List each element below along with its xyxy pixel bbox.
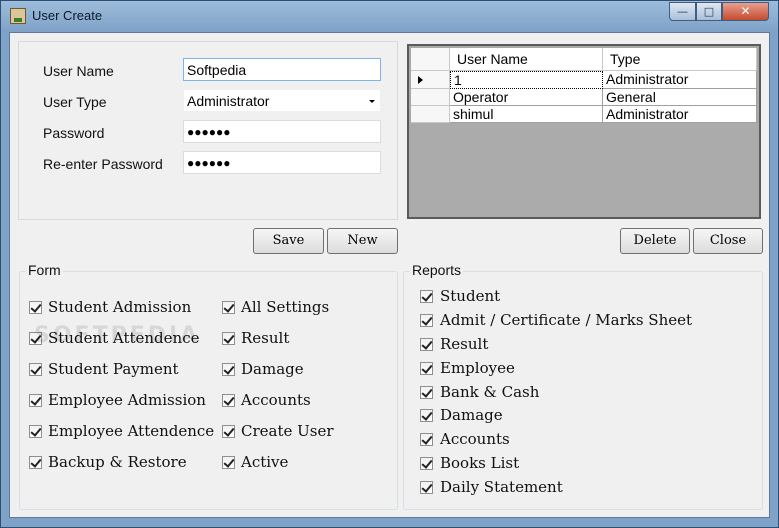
- employee-admission-label[interactable]: Employee Admission: [48, 391, 206, 409]
- active-checkbox[interactable]: [222, 456, 235, 469]
- dropdown-arrow-icon[interactable]: [369, 100, 375, 103]
- user-create-window: User Create — □ ✕ User Name Softpedia Us…: [0, 0, 779, 528]
- report-student-label[interactable]: Student: [440, 287, 500, 305]
- accounts-checkbox[interactable]: [222, 394, 235, 407]
- report-bank-cash-checkbox[interactable]: [420, 386, 433, 399]
- row-pointer-icon: [418, 76, 423, 84]
- damage-checkbox[interactable]: [222, 363, 235, 376]
- report-admit-certificate-checkbox[interactable]: [420, 314, 433, 327]
- title-bar[interactable]: User Create — □ ✕: [1, 1, 778, 31]
- maximize-button[interactable]: □: [696, 2, 722, 21]
- report-damage-label[interactable]: Damage: [440, 406, 503, 424]
- all-settings-checkbox[interactable]: [222, 301, 235, 314]
- grid-cell-type[interactable]: Administrator: [603, 106, 757, 123]
- report-books-list-label[interactable]: Books List: [440, 454, 519, 472]
- reports-group-title: Reports: [410, 262, 464, 278]
- report-daily-statement-checkbox[interactable]: [420, 481, 433, 494]
- report-books-list-checkbox[interactable]: [420, 457, 433, 470]
- app-icon: [10, 8, 26, 24]
- close-window-button[interactable]: ✕: [722, 2, 769, 21]
- reenter-password-input[interactable]: ●●●●●●: [183, 151, 381, 174]
- user-name-input[interactable]: Softpedia: [183, 58, 381, 81]
- report-result-checkbox[interactable]: [420, 338, 433, 351]
- student-admission-checkbox[interactable]: [29, 301, 42, 314]
- report-daily-statement-label[interactable]: Daily Statement: [440, 478, 563, 496]
- grid-cell-user-name[interactable]: shimul: [450, 106, 603, 123]
- save-button[interactable]: Save: [253, 228, 324, 254]
- column-header-user-name[interactable]: User Name: [450, 48, 603, 71]
- student-admission-label[interactable]: Student Admission: [48, 298, 191, 316]
- password-label: Password: [43, 125, 105, 141]
- window-title: User Create: [32, 8, 103, 23]
- reports-permissions-group: Reports Student Admit / Certificate / Ma…: [403, 262, 763, 510]
- all-settings-label[interactable]: All Settings: [241, 298, 329, 316]
- create-user-checkbox[interactable]: [222, 425, 235, 438]
- grid-cell-type[interactable]: Administrator: [603, 71, 757, 89]
- report-accounts-checkbox[interactable]: [420, 433, 433, 446]
- employee-admission-checkbox[interactable]: [29, 394, 42, 407]
- minimize-button[interactable]: —: [669, 2, 696, 21]
- reenter-password-label: Re-enter Password: [43, 156, 163, 172]
- report-bank-cash-label[interactable]: Bank & Cash: [440, 383, 539, 401]
- grid-corner: [411, 48, 450, 71]
- employee-attendence-label[interactable]: Employee Attendence: [48, 422, 214, 440]
- student-payment-checkbox[interactable]: [29, 363, 42, 376]
- report-damage-checkbox[interactable]: [420, 409, 433, 422]
- result-checkbox[interactable]: [222, 332, 235, 345]
- column-header-type[interactable]: Type: [603, 48, 757, 71]
- softpedia-watermark: SOFTPEDIA: [34, 323, 201, 348]
- user-type-value: Administrator: [187, 93, 270, 109]
- new-button[interactable]: New: [327, 228, 398, 254]
- result-label[interactable]: Result: [241, 329, 289, 347]
- close-icon: ✕: [740, 4, 751, 18]
- create-user-label[interactable]: Create User: [241, 422, 334, 440]
- report-student-checkbox[interactable]: [420, 290, 433, 303]
- password-input[interactable]: ●●●●●●: [183, 120, 381, 143]
- grid-background: User Name Type 1 Administrator Operator …: [411, 48, 757, 215]
- maximize-icon: □: [703, 5, 715, 18]
- user-type-label: User Type: [43, 94, 107, 110]
- grid-cell-type[interactable]: General: [603, 89, 757, 106]
- user-name-label: User Name: [43, 63, 114, 79]
- backup-restore-label[interactable]: Backup & Restore: [48, 453, 187, 471]
- user-details-panel: User Name Softpedia User Type Administra…: [18, 41, 398, 220]
- row-header[interactable]: [411, 106, 450, 123]
- accounts-label[interactable]: Accounts: [241, 391, 311, 409]
- backup-restore-checkbox[interactable]: [29, 456, 42, 469]
- close-button[interactable]: Close: [693, 228, 763, 254]
- delete-button[interactable]: Delete: [620, 228, 690, 254]
- report-admit-certificate-label[interactable]: Admit / Certificate / Marks Sheet: [440, 311, 692, 329]
- row-header[interactable]: [411, 89, 450, 106]
- client-area: User Name Softpedia User Type Administra…: [9, 32, 770, 518]
- report-accounts-label[interactable]: Accounts: [440, 430, 510, 448]
- row-header[interactable]: [411, 71, 450, 89]
- form-permissions-group: Form Student Admission Student Attendenc…: [19, 262, 398, 510]
- report-employee-label[interactable]: Employee: [440, 359, 515, 377]
- grid-cell-user-name[interactable]: 1: [450, 71, 603, 89]
- grid-cell-user-name[interactable]: Operator: [450, 89, 603, 106]
- active-label[interactable]: Active: [241, 453, 288, 471]
- report-employee-checkbox[interactable]: [420, 362, 433, 375]
- student-payment-label[interactable]: Student Payment: [48, 360, 179, 378]
- damage-label[interactable]: Damage: [241, 360, 304, 378]
- users-grid[interactable]: User Name Type 1 Administrator Operator …: [407, 44, 761, 219]
- employee-attendence-checkbox[interactable]: [29, 425, 42, 438]
- user-type-select[interactable]: Administrator: [183, 89, 381, 112]
- form-group-title: Form: [26, 262, 63, 278]
- minimize-icon: —: [677, 5, 688, 18]
- report-result-label[interactable]: Result: [440, 335, 488, 353]
